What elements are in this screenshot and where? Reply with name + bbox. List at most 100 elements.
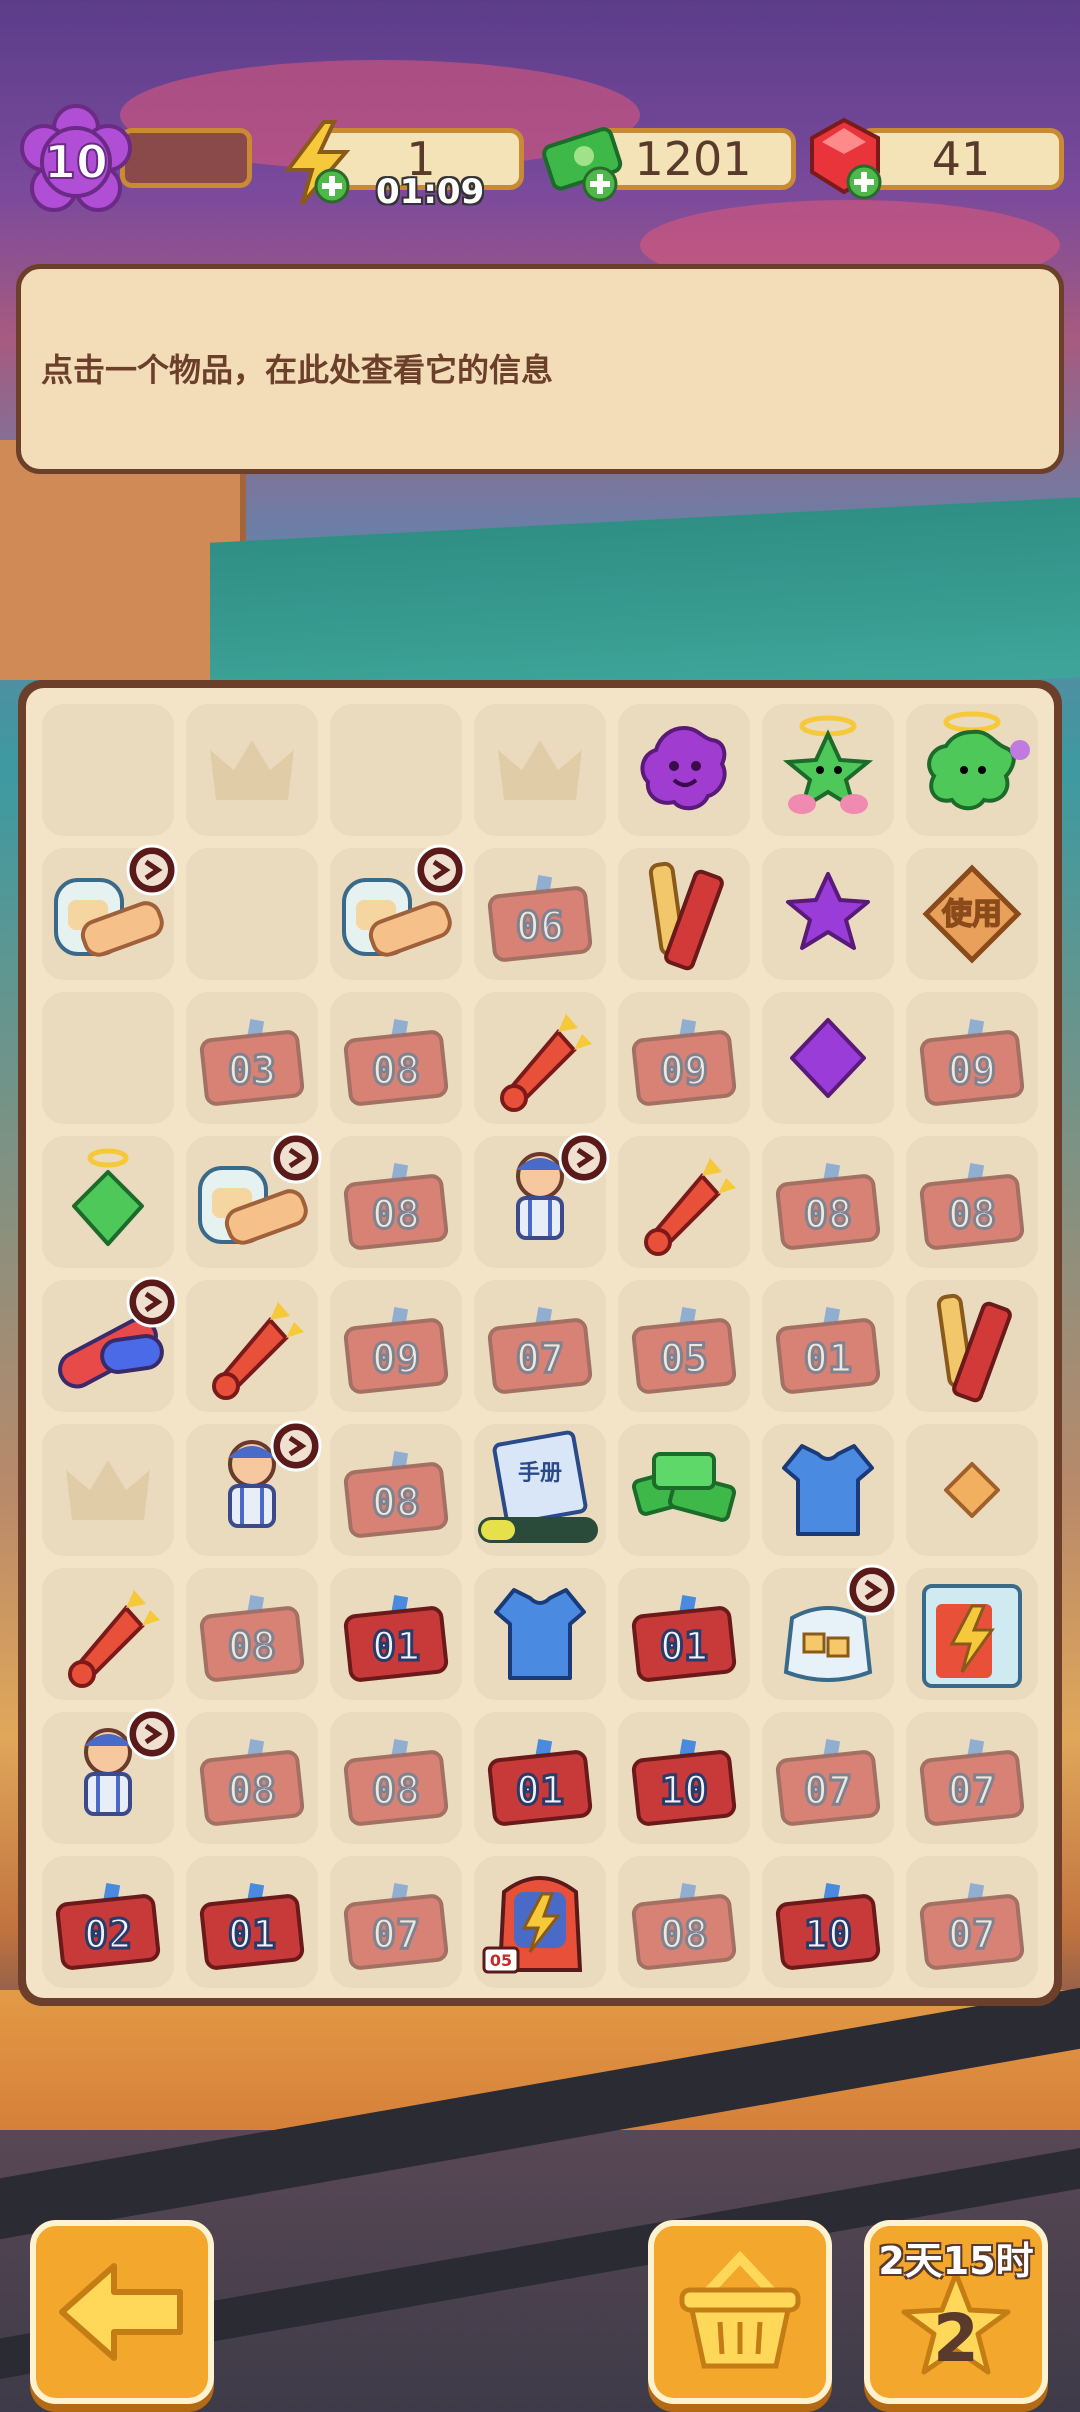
board-cell[interactable]: 08	[618, 1856, 750, 1988]
back-button[interactable]	[30, 2220, 214, 2404]
energy-backpack-icon: 05	[482, 1876, 583, 1974]
merge-board: 06 使用 03 08 09 09 08 08 08 09 07 05 01 08 手册 08 01 01 08 08…	[18, 680, 1062, 2006]
board-cell[interactable]: 09	[906, 992, 1038, 1124]
cash-value: 1201	[634, 132, 752, 186]
board-cell[interactable]: 05	[474, 1856, 606, 1988]
board-cell[interactable]: 07	[330, 1856, 462, 1988]
svg-text:02: 02	[84, 1912, 132, 1958]
board-cell[interactable]	[474, 1568, 606, 1700]
svg-text:08: 08	[372, 1480, 420, 1526]
ticket-icon: 08	[343, 1738, 449, 1826]
basket-icon	[679, 2250, 801, 2369]
energy-icon[interactable]	[272, 118, 362, 208]
board-cell[interactable]: 06	[474, 848, 606, 980]
horn-icon	[68, 1590, 160, 1688]
svg-text:05: 05	[660, 1336, 708, 1382]
item-info-text: 点击一个物品，在此处查看它的信息	[41, 351, 554, 389]
board-cell[interactable]: 07	[762, 1712, 894, 1844]
board-cell[interactable]	[330, 844, 466, 980]
board-cell[interactable]: 01	[474, 1712, 606, 1844]
board-cell[interactable]	[186, 848, 318, 980]
level-badge[interactable]: 10	[14, 100, 138, 224]
player-figure-icon	[516, 1132, 610, 1240]
board-cell[interactable]	[906, 1424, 1038, 1556]
board-cell[interactable]: 09	[618, 992, 750, 1124]
board-cell[interactable]	[618, 1424, 750, 1556]
board-cell[interactable]	[42, 1276, 178, 1412]
board-cell[interactable]: 08	[330, 1424, 462, 1556]
board-cell[interactable]	[618, 704, 750, 836]
board-cell[interactable]	[42, 704, 174, 836]
board-cell[interactable]: 07	[474, 1280, 606, 1412]
svg-text:01: 01	[372, 1624, 420, 1670]
board-cell[interactable]	[330, 704, 462, 836]
board-cell[interactable]	[762, 704, 894, 836]
board-cell[interactable]	[42, 1708, 178, 1844]
purple-blob-icon	[640, 725, 727, 811]
board-cell[interactable]	[762, 1564, 898, 1700]
board-cell[interactable]	[186, 704, 318, 836]
board-cell[interactable]: 08	[330, 1136, 462, 1268]
board-cell[interactable]	[42, 992, 174, 1124]
gem-icon[interactable]	[804, 114, 894, 204]
board-cell[interactable]	[42, 844, 178, 980]
board-cell[interactable]: 08	[330, 1712, 462, 1844]
event-star-button[interactable]: 2天15时 2	[864, 2220, 1048, 2404]
board-cell[interactable]	[762, 848, 894, 980]
board-cell[interactable]: 01	[330, 1568, 462, 1700]
board-cell[interactable]	[762, 992, 894, 1124]
jersey-icon	[782, 1444, 874, 1536]
svg-text:07: 07	[516, 1336, 564, 1382]
board-cell[interactable]	[474, 1132, 610, 1268]
svg-text:06: 06	[516, 904, 564, 950]
board-cell[interactable]: 03	[186, 992, 318, 1124]
board-cell[interactable]: 10	[762, 1856, 894, 1988]
board-cell[interactable]	[906, 704, 1038, 836]
shop-basket-button[interactable]	[648, 2220, 832, 2404]
ticket-icon: 07	[343, 1882, 449, 1970]
board-cell[interactable]	[618, 848, 750, 980]
board-cell[interactable]: 07	[906, 1856, 1038, 1988]
board-cell[interactable]: 05	[618, 1280, 750, 1412]
cash-pile-icon	[631, 1452, 737, 1522]
board-cell[interactable]	[186, 1280, 318, 1412]
board-cell[interactable]	[186, 1132, 322, 1268]
handbook-progress-fill	[481, 1520, 515, 1540]
board-cell[interactable]	[42, 1424, 174, 1556]
board-cell[interactable]: 01	[186, 1856, 318, 1988]
ticket-icon: 07	[487, 1306, 593, 1394]
board-cell[interactable]: 08	[186, 1568, 318, 1700]
board-cell[interactable]: 02	[42, 1856, 174, 1988]
board-cell[interactable]	[474, 992, 606, 1124]
board-cell[interactable]: 08	[906, 1136, 1038, 1268]
board-cell[interactable]	[618, 1136, 750, 1268]
ticket-icon: 08	[631, 1882, 737, 1970]
svg-text:01: 01	[804, 1336, 852, 1382]
board-cell[interactable]	[906, 1280, 1038, 1412]
cash-icon[interactable]	[540, 116, 630, 206]
board-cell[interactable]: 01	[618, 1568, 750, 1700]
board-cell[interactable]	[762, 1424, 894, 1556]
energy-jar-icon	[922, 1584, 1022, 1688]
board-cell[interactable]	[42, 1136, 174, 1268]
board-cell[interactable]: 01	[762, 1280, 894, 1412]
svg-text:08: 08	[228, 1624, 276, 1670]
ticket-icon: 05	[631, 1306, 737, 1394]
board-cell[interactable]: 08	[186, 1712, 318, 1844]
board-cell[interactable]	[42, 1568, 174, 1700]
board-cell[interactable]: 10	[618, 1712, 750, 1844]
board-cell[interactable]	[186, 1420, 322, 1556]
board-cell[interactable]: 使用	[906, 848, 1038, 980]
board-cell[interactable]: 07	[906, 1712, 1038, 1844]
svg-text:08: 08	[372, 1192, 420, 1238]
board-cell[interactable]	[474, 704, 606, 836]
board-cell[interactable]	[906, 1568, 1038, 1700]
board-cell[interactable]: 08	[330, 992, 462, 1124]
svg-text:08: 08	[228, 1768, 276, 1814]
ticket-icon: 09	[919, 1018, 1025, 1106]
svg-text:07: 07	[948, 1912, 996, 1958]
svg-text:01: 01	[660, 1624, 708, 1670]
arrow-left-icon	[59, 2263, 183, 2361]
board-cell[interactable]: 08	[762, 1136, 894, 1268]
board-cell[interactable]: 09	[330, 1280, 462, 1412]
